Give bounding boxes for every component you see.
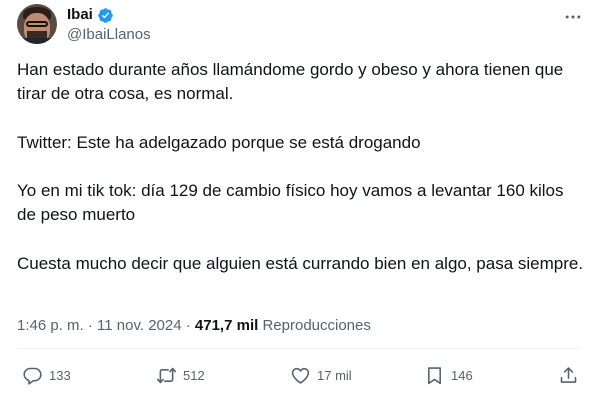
- share-button[interactable]: [558, 363, 579, 387]
- retweet-icon: [156, 367, 177, 383]
- divider: [17, 348, 581, 349]
- heart-icon: [291, 367, 310, 384]
- author-handle[interactable]: @IbaiLlanos: [67, 26, 151, 44]
- more-options-icon[interactable]: [563, 7, 583, 27]
- tweet-text-paragraph: Yo en mi tik tok: día 129 de cambio físi…: [17, 181, 564, 224]
- reply-button[interactable]: 133: [22, 363, 71, 387]
- avatar[interactable]: [17, 4, 57, 44]
- avatar-shirt: [17, 38, 57, 44]
- avatar-glasses: [26, 21, 48, 27]
- reply-count: 133: [49, 367, 71, 383]
- views-count: 471,7 mil: [194, 317, 259, 334]
- author-name-row: Ibai: [67, 6, 114, 24]
- meta-separator: ·: [87, 317, 93, 334]
- meta-separator: ·: [185, 317, 191, 334]
- author-name[interactable]: Ibai: [67, 6, 93, 24]
- like-count: 17 mil: [317, 367, 352, 383]
- views-label: Reproducciones: [262, 317, 371, 334]
- tweet-card: Ibai @IbaiLlanos Han estado durante años…: [0, 0, 597, 405]
- verified-badge-icon: [98, 7, 113, 23]
- tweet-text-paragraph: Cuesta mucho decir que alguien está curr…: [17, 254, 584, 273]
- tweet-time[interactable]: 1:46 p. m.: [17, 317, 84, 334]
- bookmark-count: 146: [451, 367, 473, 383]
- tweet-text-paragraph: Twitter: Este ha adelgazado porque se es…: [17, 133, 421, 152]
- tweet-date[interactable]: 11 nov. 2024: [97, 317, 182, 334]
- bookmark-icon: [428, 366, 441, 384]
- retweet-count: 512: [183, 367, 205, 383]
- tweet-text-paragraph: Han estado durante años llamándome gordo…: [17, 60, 564, 103]
- like-button[interactable]: 17 mil: [290, 363, 352, 387]
- tweet-meta: 1:46 p. m. · 11 nov. 2024 · 471,7 mil Re…: [17, 316, 371, 336]
- share-icon: [560, 366, 577, 383]
- retweet-button[interactable]: 512: [156, 363, 205, 387]
- bookmark-button[interactable]: 146: [424, 363, 473, 387]
- reply-icon: [23, 367, 42, 385]
